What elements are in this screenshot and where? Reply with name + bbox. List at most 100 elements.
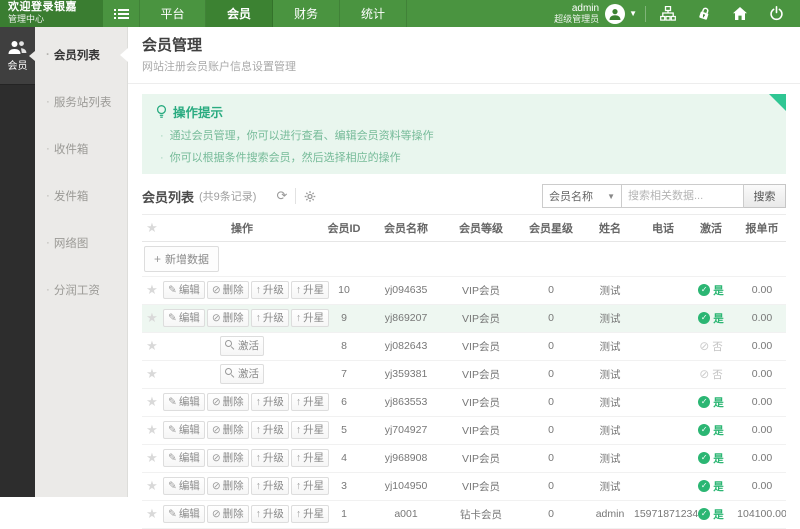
- del-icon: [212, 424, 221, 436]
- edit-button[interactable]: 编辑: [163, 421, 205, 440]
- edit-button[interactable]: 编辑: [163, 281, 205, 300]
- cell-member-level: VIP会员: [446, 276, 516, 304]
- cell-order-coin: 0.00: [730, 304, 786, 332]
- delete-button[interactable]: 删除: [207, 281, 249, 300]
- cell-activated: 是: [692, 304, 730, 332]
- check-circle-icon: [698, 284, 710, 296]
- cell-realname: 测试: [586, 304, 634, 332]
- member-row: 编辑删除升级升星4yj968908VIP会员0测试是0.00: [142, 444, 786, 472]
- cell-activated: 否: [692, 332, 730, 360]
- list-tools: [268, 188, 326, 204]
- settings-gear-icon[interactable]: [295, 188, 326, 204]
- avatar[interactable]: [605, 4, 625, 24]
- edit-button[interactable]: 编辑: [163, 449, 205, 468]
- plus-icon: +: [154, 252, 161, 266]
- edit-button[interactable]: 编辑: [163, 477, 205, 496]
- upgrade-button[interactable]: 升级: [251, 393, 289, 412]
- up-icon: [256, 396, 261, 408]
- sidebar-item-network-map[interactable]: 网络图: [35, 219, 127, 266]
- del-icon: [212, 396, 221, 408]
- star-icon[interactable]: [146, 422, 158, 437]
- star-icon[interactable]: [146, 310, 158, 325]
- cell-activated: 是: [692, 276, 730, 304]
- module-member[interactable]: 会员: [0, 27, 35, 85]
- delete-button[interactable]: 删除: [207, 393, 249, 412]
- sitemap-icon[interactable]: [650, 0, 686, 27]
- check-circle-icon: [698, 424, 710, 436]
- page-header: 会员管理 网站注册会员账户信息设置管理: [128, 27, 800, 84]
- delete-button[interactable]: 删除: [207, 505, 249, 524]
- edit-icon: [168, 480, 177, 492]
- nav-item-platform[interactable]: 平台: [139, 0, 206, 27]
- edit-button[interactable]: 编辑: [163, 505, 205, 524]
- star-icon[interactable]: [146, 478, 158, 493]
- upgrade-star-button[interactable]: 升星: [291, 449, 329, 468]
- upgrade-button[interactable]: 升级: [251, 505, 289, 524]
- users-icon: [8, 40, 27, 55]
- search-button[interactable]: 搜索: [744, 184, 786, 208]
- edit-icon: [168, 424, 177, 436]
- activate-button[interactable]: 激活: [220, 336, 264, 356]
- cell-order-coin: 0.00: [730, 360, 786, 388]
- upgrade-button[interactable]: 升级: [251, 477, 289, 496]
- nav-item-member[interactable]: 会员: [206, 0, 273, 27]
- nav-item-stats[interactable]: 统计: [340, 0, 407, 27]
- up-icon: [296, 452, 301, 464]
- top-right: admin 超级管理员 ▼: [554, 0, 800, 27]
- delete-button[interactable]: 删除: [207, 477, 249, 496]
- cell-member-level: VIP会员: [446, 360, 516, 388]
- upgrade-button[interactable]: 升级: [251, 449, 289, 468]
- star-icon[interactable]: [146, 366, 158, 381]
- edit-button[interactable]: 编辑: [163, 393, 205, 412]
- lock-icon[interactable]: [686, 0, 722, 27]
- search-input[interactable]: [622, 184, 744, 208]
- cell-member-level: VIP会员: [446, 332, 516, 360]
- module-rail: 会员: [0, 27, 35, 497]
- delete-button[interactable]: 删除: [207, 421, 249, 440]
- upgrade-star-button[interactable]: 升星: [291, 477, 329, 496]
- nav-item-finance[interactable]: 财务: [273, 0, 340, 27]
- upgrade-star-button[interactable]: 升星: [291, 281, 329, 300]
- sidebar-toggle-icon[interactable]: [103, 0, 139, 27]
- user-menu-caret-icon[interactable]: ▼: [629, 9, 637, 18]
- add-data-button[interactable]: + 新增数据: [144, 246, 219, 272]
- check-circle-icon: [698, 396, 710, 408]
- cell-order-coin: 104100.00: [730, 500, 786, 528]
- up-icon: [296, 424, 301, 436]
- sidebar-item-outbox[interactable]: 发件箱: [35, 172, 127, 219]
- delete-button[interactable]: 删除: [207, 449, 249, 468]
- star-icon[interactable]: [146, 394, 158, 409]
- upgrade-star-button[interactable]: 升星: [291, 421, 329, 440]
- power-icon[interactable]: [758, 0, 794, 27]
- refresh-icon[interactable]: [268, 188, 295, 204]
- sidebar-item-station-list[interactable]: 服务站列表: [35, 78, 127, 125]
- col-member-id: 会员ID: [322, 215, 366, 241]
- upgrade-star-button[interactable]: 升星: [291, 505, 329, 524]
- edit-button[interactable]: 编辑: [163, 309, 205, 328]
- cell-order-coin: 0.00: [730, 388, 786, 416]
- cell-member-star: 0: [516, 444, 586, 472]
- brand: 欢迎登录银嘉 管理中心: [0, 0, 103, 27]
- star-icon[interactable]: [146, 450, 158, 465]
- activate-button[interactable]: 激活: [220, 364, 264, 384]
- star-icon[interactable]: [146, 506, 158, 521]
- upgrade-button[interactable]: 升级: [251, 421, 289, 440]
- cell-order-coin: 0.00: [730, 472, 786, 500]
- sidebar-item-member-list[interactable]: 会员列表: [35, 31, 127, 78]
- home-icon[interactable]: [722, 0, 758, 27]
- upgrade-button[interactable]: 升级: [251, 281, 289, 300]
- cell-member-name: a001: [366, 500, 446, 528]
- upgrade-star-button[interactable]: 升星: [291, 393, 329, 412]
- sidebar-item-profit-salary[interactable]: 分润工资: [35, 266, 127, 313]
- search-field-select[interactable]: 会员名称 ▼: [542, 184, 622, 208]
- star-icon[interactable]: [146, 282, 158, 297]
- cell-activated: 是: [692, 416, 730, 444]
- upgrade-star-button[interactable]: 升星: [291, 309, 329, 328]
- tips-line: 通过会员管理，你可以进行查看、编辑会员资料等操作: [156, 127, 772, 143]
- star-icon[interactable]: [146, 338, 158, 353]
- delete-button[interactable]: 删除: [207, 309, 249, 328]
- upgrade-button[interactable]: 升级: [251, 309, 289, 328]
- cell-member-name: yj704927: [366, 416, 446, 444]
- sidebar-item-inbox[interactable]: 收件箱: [35, 125, 127, 172]
- check-circle-badge: 是: [698, 311, 724, 326]
